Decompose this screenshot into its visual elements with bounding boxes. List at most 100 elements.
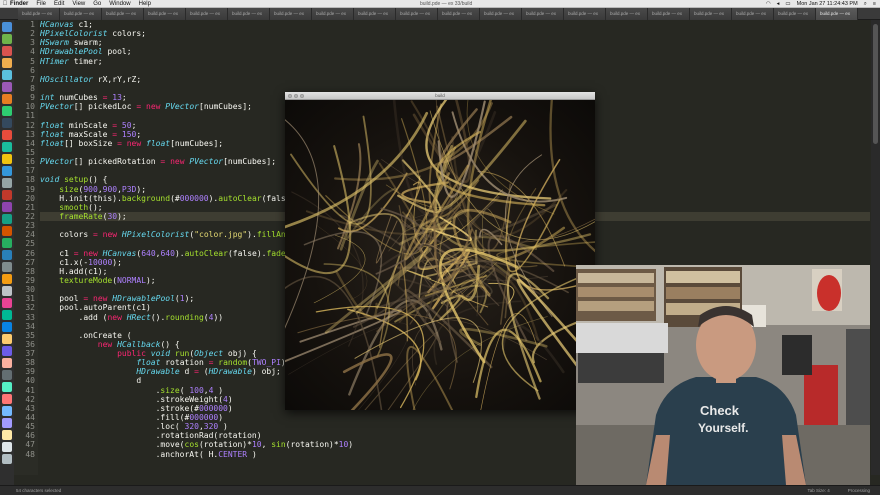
code-line[interactable]: HSwarm swarm; xyxy=(40,38,870,47)
dock-app-icon[interactable] xyxy=(2,346,12,356)
dock-app-icon[interactable] xyxy=(2,142,12,152)
list-icon[interactable]: ≡ xyxy=(873,0,876,8)
dock-app-icon[interactable] xyxy=(2,358,12,368)
dock-app-icon[interactable] xyxy=(2,118,12,128)
editor-tab[interactable]: build.pde — ex xyxy=(648,8,690,20)
dock-app-icon[interactable] xyxy=(2,370,12,380)
editor-tab[interactable]: build.pde — ex xyxy=(186,8,228,20)
search-icon[interactable]: ⌕ xyxy=(864,0,867,8)
vertical-scrollbar[interactable] xyxy=(871,20,880,475)
scrollbar-thumb[interactable] xyxy=(873,24,878,144)
dock-app-icon[interactable] xyxy=(2,454,12,464)
dock-app-icon[interactable] xyxy=(2,202,12,212)
editor-tab[interactable]: build.pde — ex xyxy=(690,8,732,20)
line-number-gutter: 1 2 3 4 5 6 7 8 9 10 11 12 13 14 15 16 17 18 19 20 21 22 23 24 2… xyxy=(14,20,38,475)
menu-view[interactable]: View xyxy=(72,1,85,7)
dock-app-icon[interactable] xyxy=(2,334,12,344)
editor-tab[interactable]: build.pde — ex xyxy=(270,8,312,20)
editor-tab[interactable]: build.pde — ex xyxy=(228,8,270,20)
dock-app-icon[interactable] xyxy=(2,274,12,284)
line-number: 22 xyxy=(25,211,35,221)
line-number: 13 xyxy=(25,129,35,139)
dock-app-icon[interactable] xyxy=(2,418,12,428)
dock-app-icon[interactable] xyxy=(2,322,12,332)
line-number: 32 xyxy=(25,303,35,313)
menu-go[interactable]: Go xyxy=(93,1,101,7)
code-line[interactable] xyxy=(40,66,870,75)
syntax-selector[interactable]: Processing xyxy=(848,488,870,493)
editor-tab[interactable]: build.pde — ex xyxy=(816,8,858,20)
close-window-icon[interactable] xyxy=(288,94,292,98)
line-number: 8 xyxy=(30,83,35,93)
editor-tab[interactable]: build.pde — ex xyxy=(438,8,480,20)
sketch-window[interactable]: build xyxy=(285,92,595,410)
editor-tab[interactable]: build.pde — ex xyxy=(480,8,522,20)
dock-app-icon[interactable] xyxy=(2,430,12,440)
editor-tab[interactable]: build.pde — ex xyxy=(60,8,102,20)
editor-tab[interactable]: build.pde — ex xyxy=(606,8,648,20)
editor-tab[interactable]: build.pde — ex xyxy=(144,8,186,20)
dock-app-icon[interactable] xyxy=(2,58,12,68)
line-number: 29 xyxy=(25,275,35,285)
dock-app-icon[interactable] xyxy=(2,250,12,260)
minimize-window-icon[interactable] xyxy=(294,94,298,98)
dock-app-icon[interactable] xyxy=(2,46,12,56)
menu-bar:  Finder File Edit View Go Window Help b… xyxy=(0,0,880,8)
line-number: 24 xyxy=(25,230,35,240)
dock-app-icon[interactable] xyxy=(2,178,12,188)
code-line[interactable]: HDrawablePool pool; xyxy=(40,47,870,56)
line-number: 20 xyxy=(25,193,35,203)
editor-tab[interactable]: build.pde — ex xyxy=(732,8,774,20)
editor-tab[interactable]: build.pde — ex xyxy=(564,8,606,20)
code-line[interactable]: HTimer timer; xyxy=(40,57,870,66)
line-number: 45 xyxy=(25,422,35,432)
dock-app-icon[interactable] xyxy=(2,442,12,452)
code-line[interactable]: HCanvas c1; xyxy=(40,20,870,29)
dock-app-icon[interactable] xyxy=(2,286,12,296)
battery-icon[interactable]: ▭ xyxy=(785,0,790,8)
editor-tab[interactable]: build.pde — ex xyxy=(396,8,438,20)
dock-app-icon[interactable] xyxy=(2,238,12,248)
dock-app-icon[interactable] xyxy=(2,310,12,320)
dock-app-icon[interactable] xyxy=(2,190,12,200)
apple-icon[interactable]:  xyxy=(0,1,10,7)
dock-app-icon[interactable] xyxy=(2,70,12,80)
line-number: 30 xyxy=(25,285,35,295)
menu-help[interactable]: Help xyxy=(139,1,151,7)
dock-app-icon[interactable] xyxy=(2,382,12,392)
sketch-titlebar[interactable]: build xyxy=(285,92,595,100)
dock-app-icon[interactable] xyxy=(2,214,12,224)
dock-app-icon[interactable] xyxy=(2,154,12,164)
dock-app-icon[interactable] xyxy=(2,22,12,32)
menu-app[interactable]: Finder xyxy=(10,1,28,7)
dock-app-icon[interactable] xyxy=(2,298,12,308)
editor-tab[interactable]: build.pde — ex xyxy=(522,8,564,20)
zoom-window-icon[interactable] xyxy=(300,94,304,98)
dock-app-icon[interactable] xyxy=(2,106,12,116)
dock-app-icon[interactable] xyxy=(2,130,12,140)
menu-window[interactable]: Window xyxy=(109,1,130,7)
editor-tab[interactable]: build.pde — ex xyxy=(354,8,396,20)
dock-app-icon[interactable] xyxy=(2,406,12,416)
dock-app-icon[interactable] xyxy=(2,166,12,176)
editor-tab[interactable]: build.pde — ex xyxy=(774,8,816,20)
menu-edit[interactable]: Edit xyxy=(54,1,64,7)
tab-size-selector[interactable]: Tab Size: 4 xyxy=(807,488,829,493)
line-number: 6 xyxy=(30,65,35,75)
editor-tab[interactable]: build.pde — ex xyxy=(18,8,60,20)
dock-app-icon[interactable] xyxy=(2,94,12,104)
dock-app-icon[interactable] xyxy=(2,226,12,236)
code-line[interactable]: HOscillator rX,rY,rZ; xyxy=(40,75,870,84)
wifi-icon[interactable]: ◠ xyxy=(766,0,771,8)
dock-app-icon[interactable] xyxy=(2,34,12,44)
line-number: 41 xyxy=(25,385,35,395)
dock-app-icon[interactable] xyxy=(2,262,12,272)
menu-file[interactable]: File xyxy=(36,1,46,7)
editor-tab[interactable]: build.pde — ex xyxy=(102,8,144,20)
editor-tab[interactable]: build.pde — ex xyxy=(312,8,354,20)
volume-icon[interactable]: ◂ xyxy=(777,0,780,8)
dock-app-icon[interactable] xyxy=(2,394,12,404)
clock[interactable]: Mon Jan 27 11:24:43 PM xyxy=(797,0,858,8)
dock-app-icon[interactable] xyxy=(2,82,12,92)
code-line[interactable]: HPixelColorist colors; xyxy=(40,29,870,38)
